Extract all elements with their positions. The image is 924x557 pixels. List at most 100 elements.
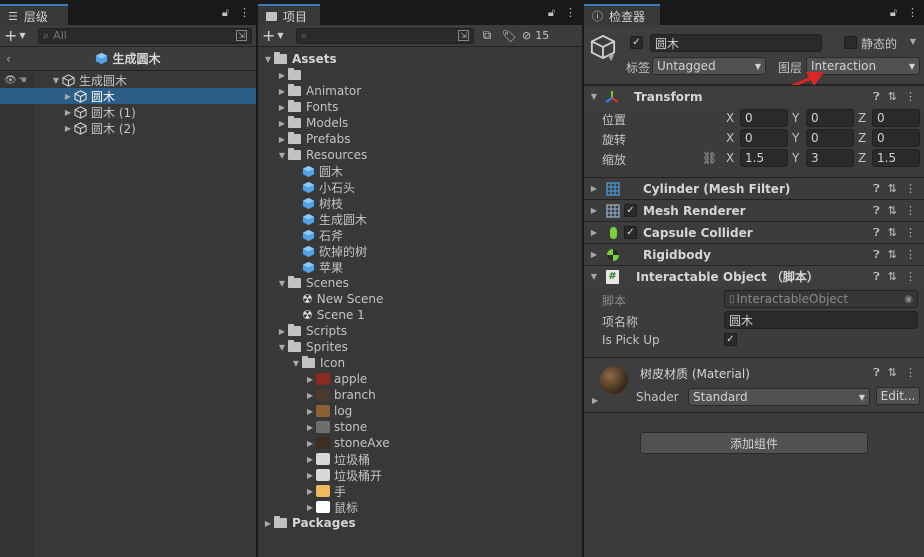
expand-right-icon[interactable]: ▶ <box>592 396 598 405</box>
help-icon[interactable]: ❓︎ <box>873 270 880 284</box>
help-icon[interactable]: ❓︎ <box>873 226 880 240</box>
static-checkbox[interactable] <box>844 36 857 49</box>
project-tree-item[interactable]: ▶ Scripts <box>258 323 582 339</box>
search-filter-icon[interactable]: ⇲ <box>236 30 247 41</box>
rotation-x-field[interactable]: 0 <box>740 129 788 147</box>
expand-right-icon[interactable]: ▶ <box>304 487 316 496</box>
hierarchy-item[interactable]: ▶ 圆木 <box>0 88 256 104</box>
search-by-type-icon[interactable]: ⧉ <box>478 28 496 43</box>
project-tree-item[interactable]: ▶ Models <box>258 115 582 131</box>
project-tree-item[interactable]: ▶ Animator <box>258 83 582 99</box>
expand-right-icon[interactable]: ▶ <box>304 455 316 464</box>
visibility-eye-icon[interactable]: 👁︎ <box>4 75 18 86</box>
create-asset-button[interactable]: + ▼ <box>262 26 292 45</box>
hierarchy-item[interactable]: ▶ 圆木 (1) <box>0 104 256 120</box>
lock-icon[interactable]: 🔓︎ <box>890 6 897 20</box>
expand-down-icon[interactable]: ▼ <box>290 359 302 368</box>
project-tree-item[interactable]: ☢ New Scene <box>258 291 582 307</box>
expand-right-icon[interactable]: ▶ <box>588 228 600 237</box>
hierarchy-search[interactable]: ⌕ ⇲ <box>38 27 252 44</box>
icon-dropdown-arrow-icon[interactable]: ▼ <box>608 53 614 62</box>
project-tree-item[interactable]: ▶ stone <box>258 419 582 435</box>
expand-right-icon[interactable]: ▶ <box>304 471 316 480</box>
expand-right-icon[interactable]: ▶ <box>588 250 600 259</box>
position-x-field[interactable]: 0 <box>740 109 788 127</box>
project-tree-item[interactable]: ▼ Icon <box>258 355 582 371</box>
project-tree-item[interactable]: ▶ 垃圾桶 <box>258 451 582 467</box>
help-icon[interactable]: ❓︎ <box>873 182 880 196</box>
expand-right-icon[interactable]: ▶ <box>62 92 74 101</box>
project-tree-item[interactable]: ▶ log <box>258 403 582 419</box>
expand-right-icon[interactable]: ▶ <box>304 423 316 432</box>
more-menu-icon[interactable]: ⋮ <box>905 204 916 218</box>
project-tree-item[interactable]: 小石头 <box>258 179 582 195</box>
expand-right-icon[interactable]: ▶ <box>276 87 288 96</box>
more-menu-icon[interactable]: ⋮ <box>905 366 916 380</box>
constrain-proportions-icon[interactable]: ⛓︎ <box>702 151 717 165</box>
expand-down-icon[interactable]: ▼ <box>588 92 600 101</box>
project-tree-item[interactable]: ☢ Scene 1 <box>258 307 582 323</box>
help-icon[interactable]: ❓︎ <box>873 248 880 262</box>
expand-right-icon[interactable]: ▶ <box>304 391 316 400</box>
object-name-field[interactable]: 圆木 <box>650 34 822 52</box>
shader-edit-button[interactable]: Edit... <box>876 387 920 405</box>
expand-down-icon[interactable]: ▼ <box>276 279 288 288</box>
preset-icon[interactable]: ⇅ <box>888 90 897 104</box>
scale-x-field[interactable]: 1.5 <box>740 149 788 167</box>
project-tree-item[interactable]: ▶ <box>258 67 582 83</box>
preset-icon[interactable]: ⇅ <box>888 248 897 262</box>
interactable-object-header[interactable]: ▼ # Interactable Object （脚本） ❓︎ ⇅ ⋮ <box>584 265 924 287</box>
expand-right-icon[interactable]: ▶ <box>276 119 288 128</box>
project-search-input[interactable] <box>311 29 459 42</box>
more-menu-icon[interactable]: ⋮ <box>905 270 916 284</box>
expand-right-icon[interactable]: ▶ <box>304 503 316 512</box>
create-button[interactable]: + ▼ <box>4 26 34 45</box>
expand-right-icon[interactable]: ▶ <box>588 184 600 193</box>
transform-header[interactable]: ▼ Transform ❓︎ ⇅ ⋮ <box>584 85 924 107</box>
project-tree-item[interactable]: ▶ Prefabs <box>258 131 582 147</box>
expand-right-icon[interactable]: ▶ <box>304 439 316 448</box>
lock-icon[interactable]: 🔓︎ <box>548 6 555 20</box>
hierarchy-search-input[interactable] <box>53 29 237 42</box>
component-header[interactable]: ▶ ✓ Capsule Collider ❓︎ ⇅ ⋮ <box>584 221 924 243</box>
expand-right-icon[interactable]: ▶ <box>304 407 316 416</box>
expand-right-icon[interactable]: ▶ <box>62 108 74 117</box>
project-tree-item[interactable]: 生成圆木 <box>258 211 582 227</box>
inspector-tab[interactable]: ⓘ 检查器 <box>584 4 660 25</box>
active-checkbox[interactable]: ✓ <box>630 36 643 49</box>
expand-down-icon[interactable]: ▼ <box>588 272 600 281</box>
more-menu-icon[interactable]: ⋮ <box>905 90 916 104</box>
project-tree-item[interactable]: 树枝 <box>258 195 582 211</box>
expand-down-icon[interactable]: ▼ <box>50 76 62 85</box>
expand-right-icon[interactable]: ▶ <box>276 71 288 80</box>
more-menu-icon[interactable]: ⋮ <box>565 6 576 20</box>
preset-icon[interactable]: ⇅ <box>888 182 897 196</box>
more-menu-icon[interactable]: ⋮ <box>905 182 916 196</box>
lock-icon[interactable]: 🔓︎ <box>222 6 229 20</box>
scale-y-field[interactable]: 3 <box>806 149 854 167</box>
more-menu-icon[interactable]: ⋮ <box>239 6 250 20</box>
static-dropdown-icon[interactable]: ▼ <box>910 37 916 46</box>
position-z-field[interactable]: 0 <box>872 109 920 127</box>
more-menu-icon[interactable]: ⋮ <box>907 6 918 20</box>
project-tree-item[interactable]: ▼ Resources <box>258 147 582 163</box>
hierarchy-item[interactable]: ▶ 圆木 (2) <box>0 120 256 136</box>
search-filter-icon[interactable]: ⇲ <box>458 30 469 41</box>
component-header[interactable]: ▶ Cylinder (Mesh Filter) ❓︎ ⇅ ⋮ <box>584 177 924 199</box>
preset-icon[interactable]: ⇅ <box>888 226 897 240</box>
preset-icon[interactable]: ⇅ <box>888 204 897 218</box>
project-tree-item[interactable]: ▶ stoneAxe <box>258 435 582 451</box>
expand-down-icon[interactable]: ▼ <box>276 343 288 352</box>
hierarchy-root[interactable]: 👁︎ ☚ ▼ 生成圆木 <box>0 72 256 88</box>
project-tree-item[interactable]: ▶ 鼠标 <box>258 499 582 515</box>
expand-right-icon[interactable]: ▶ <box>276 327 288 336</box>
expand-right-icon[interactable]: ▶ <box>276 103 288 112</box>
project-tree-item[interactable]: 圆木 <box>258 163 582 179</box>
pickup-checkbox[interactable]: ✓ <box>724 333 737 346</box>
project-tree-item[interactable]: ▶ branch <box>258 387 582 403</box>
project-tree-item[interactable]: ▼ Assets <box>258 51 582 67</box>
expand-right-icon[interactable]: ▶ <box>276 135 288 144</box>
project-tab[interactable]: 项目 <box>258 4 320 25</box>
hidden-packages-icon[interactable]: ⊘ <box>522 29 531 42</box>
project-tree-item[interactable]: 石斧 <box>258 227 582 243</box>
